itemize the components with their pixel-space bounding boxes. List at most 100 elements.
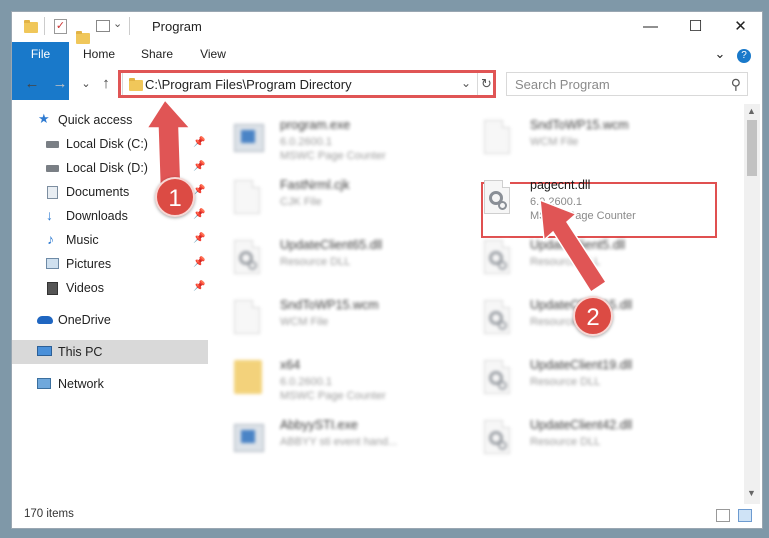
list-item[interactable]: UpdateClient42.dll Resource DLL bbox=[462, 412, 702, 470]
downloads-icon: ↓ bbox=[46, 207, 53, 223]
document-icon bbox=[234, 300, 266, 340]
list-item[interactable]: AbbyySTI.exe ABBYY sti event hand... bbox=[212, 412, 452, 470]
pin-icon[interactable]: 📌 bbox=[193, 257, 205, 268]
properties-icon[interactable]: ✓ bbox=[54, 19, 67, 34]
pin-icon[interactable]: 📌 bbox=[193, 161, 205, 172]
file-name: UpdateClient42.dll bbox=[530, 418, 633, 432]
file-name: SndToWP15.wcm bbox=[280, 298, 379, 312]
exe-icon bbox=[234, 120, 266, 160]
scroll-up-arrow[interactable]: ▲ bbox=[747, 106, 756, 116]
star-icon: ★ bbox=[38, 111, 50, 126]
network-icon bbox=[37, 378, 51, 389]
search-box[interactable]: Search Program ⚲ bbox=[506, 72, 748, 96]
file-name: SndToWP15.wcm bbox=[530, 118, 629, 132]
file-detail: 6.0.2600.1 bbox=[530, 196, 582, 208]
file-name: UpdateClient19.dll bbox=[530, 358, 633, 372]
dll-gear-icon bbox=[484, 180, 516, 220]
search-input[interactable]: Search Program bbox=[515, 77, 610, 92]
title-bar: ✓ ⌄ Program — ☐ ✕ bbox=[12, 12, 762, 44]
sidebar-item-label: Pictures bbox=[66, 257, 112, 271]
maximize-button[interactable]: ☐ bbox=[673, 12, 718, 42]
file-detail: MSWC Page Counter bbox=[280, 390, 386, 402]
sidebar-item-pictures[interactable]: Pictures 📌 bbox=[12, 252, 208, 276]
sidebar-item-network[interactable]: Network bbox=[12, 372, 208, 396]
file-name: FastNrml.cjk bbox=[280, 178, 350, 192]
sidebar-item-label: Videos bbox=[66, 281, 104, 295]
sidebar-item-label: Documents bbox=[66, 185, 130, 199]
file-detail: ABBYY sti event hand... bbox=[280, 436, 398, 448]
file-name: pagecnt.dll bbox=[530, 178, 591, 192]
minimize-button[interactable]: — bbox=[628, 12, 673, 42]
list-item-pagecnt-dll[interactable]: pagecnt.dll 6.0.2600.1 MSWC Page Counter bbox=[462, 172, 702, 230]
dll-gear-icon bbox=[484, 240, 516, 280]
sidebar-item-label: OneDrive bbox=[58, 313, 111, 327]
sidebar-item-label: Quick access bbox=[58, 113, 133, 127]
pin-icon[interactable]: 📌 bbox=[193, 281, 205, 292]
file-name: AbbyySTI.exe bbox=[280, 418, 358, 432]
quick-access-dropdown-icon[interactable]: ⌄ bbox=[113, 17, 122, 33]
tab-share[interactable]: Share bbox=[132, 42, 182, 66]
recent-locations-button[interactable]: ⌄ bbox=[76, 77, 96, 90]
help-glyph: ? bbox=[737, 49, 751, 63]
file-detail: Resource DLL bbox=[530, 436, 601, 448]
sidebar-item-quick-access[interactable]: ★ Quick access bbox=[12, 108, 208, 132]
videos-icon bbox=[47, 282, 58, 295]
forward-button[interactable]: → bbox=[50, 75, 70, 92]
search-icon[interactable]: ⚲ bbox=[731, 76, 741, 93]
file-detail: 6.0.2600.1 bbox=[280, 376, 332, 388]
list-item[interactable]: UpdateClient19.dll Resource DLL bbox=[462, 352, 702, 410]
tab-view[interactable]: View bbox=[188, 42, 238, 66]
status-bar: 170 items bbox=[12, 506, 762, 528]
document-icon bbox=[484, 120, 516, 160]
large-icons-view-icon[interactable] bbox=[738, 509, 752, 522]
vertical-scrollbar[interactable]: ▲ ▼ bbox=[744, 104, 760, 504]
dll-gear-icon bbox=[234, 240, 266, 280]
tab-home[interactable]: Home bbox=[74, 42, 124, 66]
dll-gear-icon bbox=[484, 300, 516, 340]
close-button[interactable]: ✕ bbox=[718, 12, 762, 42]
sidebar-item-music[interactable]: ♪ Music 📌 bbox=[12, 228, 208, 252]
sidebar-item-onedrive[interactable]: OneDrive bbox=[12, 308, 208, 332]
list-item[interactable]: program.exe 6.0.2600.1 MSWC Page Counter bbox=[212, 112, 452, 170]
pin-icon[interactable]: 📌 bbox=[193, 209, 205, 220]
monitor-icon bbox=[37, 346, 52, 356]
sidebar-item-label: Local Disk (D:) bbox=[66, 161, 148, 175]
file-detail: CJK File bbox=[280, 196, 322, 208]
list-item[interactable]: x64 6.0.2600.1 MSWC Page Counter bbox=[212, 352, 452, 410]
details-view-icon[interactable] bbox=[716, 509, 730, 522]
sidebar-item-videos[interactable]: Videos 📌 bbox=[12, 276, 208, 300]
list-item[interactable]: UpdateClient5.dll Resource DLL bbox=[462, 232, 702, 290]
list-item[interactable]: FastNrml.cjk CJK File bbox=[212, 172, 452, 230]
step-1-badge: 1 bbox=[155, 177, 195, 217]
file-detail: 6.0.2600.1 bbox=[280, 136, 332, 148]
list-item[interactable]: SndToWP15.wcm WCM File bbox=[462, 112, 702, 170]
drive-icon bbox=[46, 165, 59, 172]
back-button[interactable]: ← bbox=[22, 75, 42, 92]
scrollbar-thumb[interactable] bbox=[747, 120, 757, 176]
list-item[interactable]: UpdateClient65.dll Resource DLL bbox=[212, 232, 452, 290]
help-icon[interactable]: ? bbox=[734, 42, 754, 66]
navigation-pane: ★ Quick access Local Disk (C:) 📌 Local D… bbox=[12, 102, 208, 502]
expand-ribbon-icon[interactable]: ⌄ bbox=[710, 42, 730, 66]
sidebar-item-this-pc[interactable]: This PC bbox=[12, 340, 208, 364]
file-detail: WCM File bbox=[530, 136, 579, 148]
up-button[interactable]: ↑ bbox=[96, 75, 116, 92]
pin-icon[interactable]: 📌 bbox=[193, 137, 205, 148]
file-detail: Resource DLL bbox=[530, 256, 601, 268]
file-list: program.exe 6.0.2600.1 MSWC Page Counter… bbox=[212, 104, 742, 502]
folder-icon bbox=[24, 20, 38, 33]
pin-icon[interactable]: 📌 bbox=[193, 233, 205, 244]
item-count: 170 items bbox=[24, 508, 74, 520]
music-icon: ♪ bbox=[47, 231, 54, 247]
list-item[interactable]: SndToWP15.wcm WCM File bbox=[212, 292, 452, 350]
sidebar-item-local-disk-c[interactable]: Local Disk (C:) 📌 bbox=[12, 132, 208, 156]
scroll-down-arrow[interactable]: ▼ bbox=[747, 488, 756, 498]
dll-gear-icon bbox=[484, 420, 516, 460]
file-detail: Resource DLL bbox=[280, 256, 351, 268]
divider bbox=[44, 17, 45, 35]
dll-gear-icon bbox=[484, 360, 516, 400]
file-detail: Resource DLL bbox=[530, 376, 601, 388]
view-options-icon[interactable] bbox=[96, 20, 110, 32]
sidebar-item-label: Music bbox=[66, 233, 99, 247]
sidebar-item-label: This PC bbox=[58, 345, 103, 359]
